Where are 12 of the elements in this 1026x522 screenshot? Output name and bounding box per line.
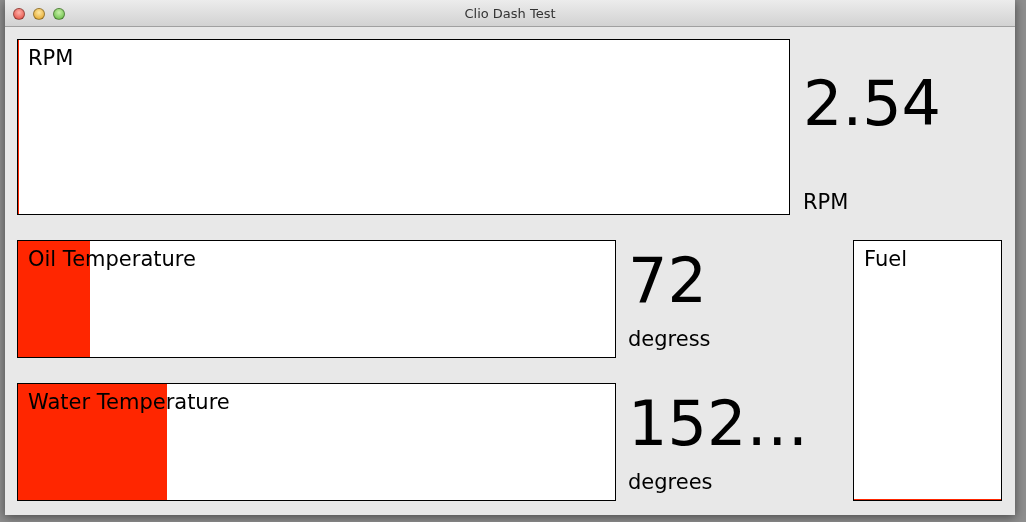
gauge-label: Fuel xyxy=(864,247,907,271)
window-title: Clio Dash Test xyxy=(464,5,556,21)
close-button[interactable] xyxy=(13,8,25,20)
minimize-button[interactable] xyxy=(33,8,45,20)
reading-value: 152… xyxy=(628,389,809,459)
zoom-button[interactable] xyxy=(53,8,65,20)
reading-unit: RPM xyxy=(803,189,849,215)
reading-value: 2.54 xyxy=(803,69,942,139)
reading-unit: degress xyxy=(628,326,711,352)
reading-value: 72 xyxy=(628,246,707,316)
gauge-label: RPM xyxy=(28,46,74,70)
reading-unit: degrees xyxy=(628,469,713,495)
